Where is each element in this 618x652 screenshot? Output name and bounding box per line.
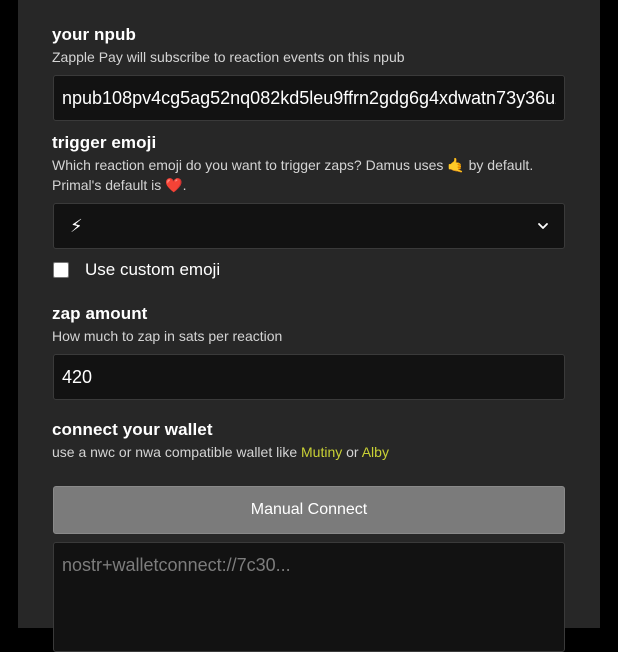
wallet-desc-prefix: use a nwc or nwa compatible wallet like <box>52 444 302 460</box>
wallet-desc-or: or <box>342 444 362 460</box>
mutiny-link[interactable]: Mutiny <box>301 444 342 460</box>
zap-amount-input[interactable]: 420 <box>53 354 565 400</box>
alby-link[interactable]: Alby <box>362 444 389 460</box>
chevron-down-icon <box>538 223 548 229</box>
wallet-connect-placeholder: nostr+walletconnect://7c30... <box>62 555 291 575</box>
trigger-emoji-selected: ⚡ <box>70 215 83 236</box>
trigger-emoji-description-1: Which reaction emoji do you want to trig… <box>52 157 534 173</box>
connect-wallet-description: use a nwc or nwa compatible wallet like … <box>52 442 389 462</box>
custom-emoji-label[interactable]: Use custom emoji <box>85 260 220 280</box>
npub-input[interactable]: npub108pv4cg5ag52nq082kd5leu9ffrn2gdg6g4… <box>53 75 565 121</box>
connect-wallet-heading: connect your wallet <box>52 420 213 439</box>
manual-connect-button[interactable]: Manual Connect <box>53 486 565 534</box>
npub-description: Zapple Pay will subscribe to reaction ev… <box>52 49 405 65</box>
npub-input-value: npub108pv4cg5ag52nq082kd5leu9ffrn2gdg6g4… <box>62 87 556 108</box>
zap-amount-heading: zap amount <box>52 304 148 323</box>
trigger-emoji-heading: trigger emoji <box>52 133 157 152</box>
trigger-emoji-description-2: Primal's default is ❤️. <box>52 177 187 193</box>
custom-emoji-checkbox[interactable] <box>53 262 69 278</box>
zap-amount-description: How much to zap in sats per reaction <box>52 328 283 344</box>
zap-amount-value: 420 <box>62 366 93 387</box>
wallet-connect-textarea[interactable]: nostr+walletconnect://7c30... <box>53 542 565 652</box>
trigger-emoji-select[interactable]: ⚡ <box>53 203 565 249</box>
npub-heading: your npub <box>52 25 136 44</box>
